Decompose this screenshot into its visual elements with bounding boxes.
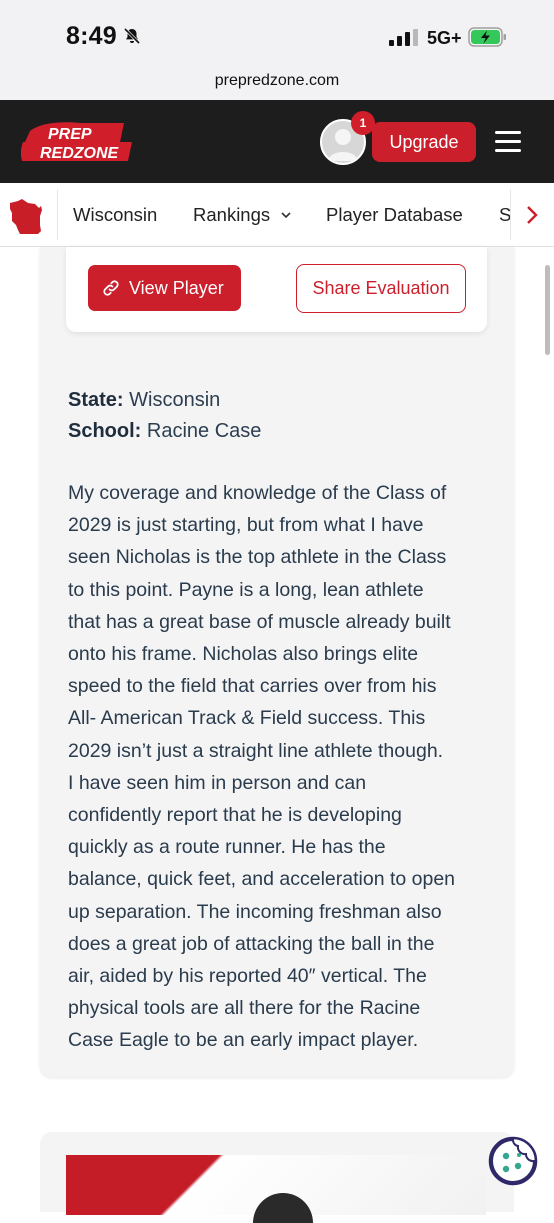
eval-line: to this point. Payne is a long, lean ath… <box>68 578 424 601</box>
eval-line: physical tools are all there for the Rac… <box>68 997 421 1020</box>
wisconsin-state-icon[interactable] <box>8 195 48 237</box>
eval-line: 2029 isn’t just a straight line athlete … <box>68 739 444 762</box>
logo-text-top: PREP <box>48 126 92 143</box>
nav-scroll-divider <box>510 190 511 240</box>
eval-line: balance, quick feet, and acceleration to… <box>68 868 456 891</box>
school-label: School: <box>68 420 142 442</box>
status-time: 8:49 <box>66 22 117 50</box>
eval-line: seen Nicholas is the top athlete in the … <box>68 546 447 569</box>
school-value: Racine Case <box>146 420 262 442</box>
mute-bell-icon <box>123 27 141 45</box>
upgrade-button[interactable]: Upgrade <box>372 122 476 162</box>
nav-item-rankings[interactable]: Rankings <box>193 204 270 226</box>
chevron-right-icon[interactable] <box>526 205 538 225</box>
eval-line: onto his frame. Nicholas also brings eli… <box>68 643 419 666</box>
eval-line: quickly as a route runner. He has the <box>68 836 386 859</box>
state-label: State: <box>68 389 124 411</box>
school-row: School: Racine Case <box>68 420 261 443</box>
url-text[interactable]: prepredzone.com <box>0 72 554 90</box>
signal-icon <box>389 29 418 46</box>
eval-line: does a great job of attacking the ball i… <box>68 932 435 955</box>
eval-line: up separation. The incoming freshman als… <box>68 900 442 923</box>
nav-item-wisconsin[interactable]: Wisconsin <box>73 204 157 226</box>
state-value: Wisconsin <box>129 389 221 411</box>
link-icon <box>103 280 119 296</box>
eval-line: that has a great base of muscle already … <box>68 610 451 633</box>
eval-line: air, aided by his reported 40″ vertical.… <box>68 965 427 988</box>
scrollbar[interactable] <box>545 265 550 355</box>
eval-line: My coverage and knowledge of the Class o… <box>68 482 447 504</box>
nav-item-player-database[interactable]: Player Database <box>326 204 463 226</box>
share-evaluation-button[interactable]: Share Evaluation <box>296 264 466 313</box>
eval-line: I have seen him in person and can <box>68 771 367 794</box>
logo-text-bottom: REDZONE <box>40 145 120 162</box>
prep-redzone-logo[interactable]: PREP REDZONE <box>20 121 136 163</box>
eval-line: 2029 is just starting, but from what I h… <box>68 514 424 537</box>
eval-line: Case Eagle to be an early impact player. <box>68 1029 419 1052</box>
nav-divider <box>57 190 58 240</box>
cookie-icon[interactable] <box>488 1136 538 1186</box>
network-type: 5G+ <box>427 28 462 48</box>
eval-line: All- American Track & Field success. Thi… <box>68 707 426 730</box>
chevron-down-icon <box>281 212 291 219</box>
evaluation-text: My coverage and knowledge of the Class o… <box>68 477 498 1057</box>
eval-line: confidently report that he is developing <box>68 804 402 827</box>
battery-charging-icon <box>468 27 506 47</box>
state-row: State: Wisconsin <box>68 389 220 412</box>
menu-icon[interactable] <box>495 131 521 153</box>
eval-line: speed to the field that carries over fro… <box>68 675 437 698</box>
